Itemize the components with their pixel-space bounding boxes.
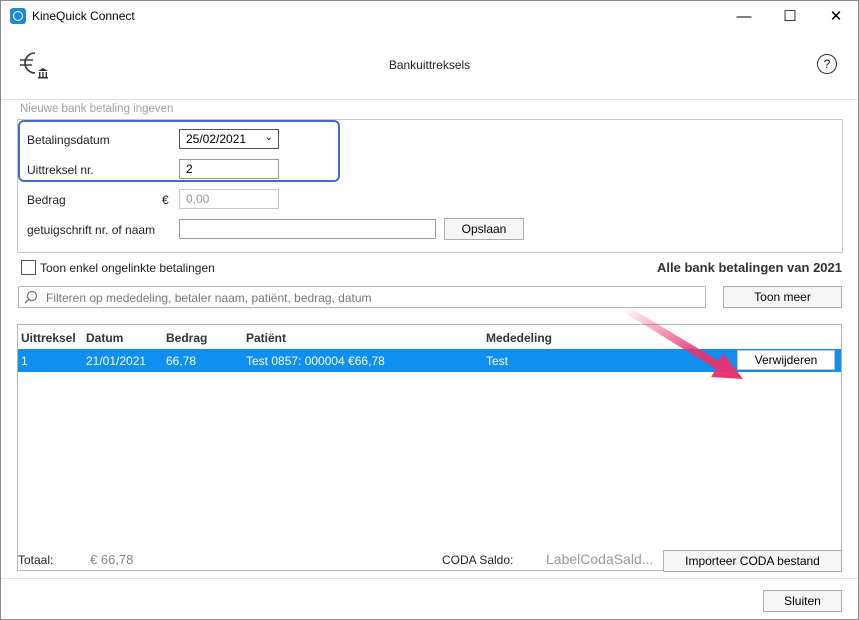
main-content: Bankuittreksels ? Nieuwe bank betaling i… (1, 31, 858, 619)
import-coda-button[interactable]: Importeer CODA bestand (663, 550, 842, 572)
column-header-datum[interactable]: Datum (86, 331, 123, 345)
page-title: Bankuittreksels (388, 58, 471, 72)
title-bar: KineQuick Connect — ☐ ✕ (1, 1, 858, 31)
amount-field[interactable]: 0,00 (179, 189, 279, 209)
payments-table: Uittreksel Datum Bedrag Patiënt Mededeli… (17, 324, 842, 571)
payments-summary-title: Alle bank betalingen van 2021 (657, 260, 842, 275)
reference-field[interactable] (179, 219, 436, 239)
show-more-button[interactable]: Toon meer (723, 286, 842, 308)
maximize-button[interactable]: ☐ (767, 1, 813, 31)
unlinked-only-checkbox[interactable] (21, 260, 36, 275)
statement-number-label: Uittreksel nr. (27, 163, 94, 177)
close-dialog-button[interactable]: Sluiten (763, 590, 842, 612)
cell-datum: 21/01/2021 (86, 354, 147, 368)
total-value: € 66,78 (90, 552, 134, 567)
cell-uittreksel: 1 (21, 354, 28, 368)
reference-label: getuigschrift nr. of naam (27, 223, 156, 237)
footer-divider (1, 578, 858, 579)
close-button[interactable]: ✕ (813, 1, 859, 31)
save-button[interactable]: Opslaan (444, 218, 524, 240)
app-window: KineQuick Connect — ☐ ✕ Bankuittreksels … (0, 0, 859, 620)
unlinked-only-label: Toon enkel ongelinkte betalingen (40, 261, 215, 275)
table-row[interactable]: 1 21/01/2021 66,78 Test 0857: 000004 €66… (18, 349, 841, 372)
search-icon (24, 290, 38, 304)
minimize-button[interactable]: — (721, 1, 767, 31)
currency-symbol: € (162, 193, 169, 207)
new-payment-group-title: Nieuwe bank betaling ingeven (20, 103, 174, 115)
delete-button[interactable]: Verwijderen (737, 350, 835, 370)
table-header: Uittreksel Datum Bedrag Patiënt Mededeli… (18, 325, 841, 349)
search-placeholder: Filteren op mededeling, betaler naam, pa… (46, 291, 372, 305)
column-header-patient[interactable]: Patiënt (246, 331, 286, 345)
help-icon[interactable]: ? (817, 54, 837, 74)
amount-label: Bedrag (27, 193, 66, 207)
total-label: Totaal: (18, 553, 54, 567)
kinequick-app-icon (10, 8, 26, 24)
header-divider (1, 99, 858, 100)
payment-date-label: Betalingsdatum (27, 133, 110, 147)
coda-saldo-label: CODA Saldo: (442, 553, 514, 567)
filter-search-input[interactable]: Filteren op mededeling, betaler naam, pa… (18, 286, 706, 308)
cell-bedrag: 66,78 (166, 354, 197, 368)
payment-date-picker[interactable]: 25/02/2021 ⌄ (179, 129, 279, 149)
statement-number-field[interactable]: 2 (179, 159, 279, 179)
cell-patient: Test 0857: 000004 €66,78 (246, 354, 385, 368)
column-header-mededeling[interactable]: Mededeling (486, 331, 552, 345)
payment-date-value: 25/02/2021 (186, 132, 247, 146)
window-title: KineQuick Connect (32, 9, 135, 23)
column-header-uittreksel[interactable]: Uittreksel (21, 331, 76, 345)
chevron-down-icon[interactable]: ⌄ (265, 132, 273, 143)
cell-mededeling: Test (486, 354, 509, 368)
coda-saldo-value: LabelCodaSald... (546, 551, 654, 567)
column-header-bedrag[interactable]: Bedrag (166, 331, 207, 345)
